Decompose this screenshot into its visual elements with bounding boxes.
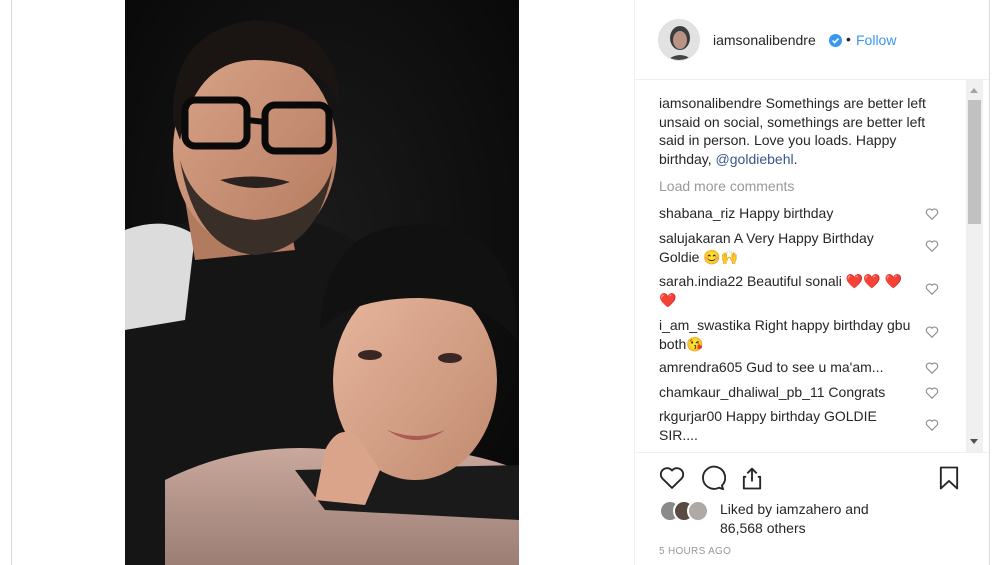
post-photo[interactable] <box>125 0 519 565</box>
heart-icon[interactable] <box>658 464 686 492</box>
comment-like-icon[interactable] <box>925 386 939 400</box>
post-media-area <box>12 0 634 565</box>
comment-item: shabana_riz Happy birthday <box>659 204 929 223</box>
comment-item: chamkaur_dhaliwal_pb_11 Congrats <box>659 383 929 402</box>
comment-username[interactable]: sarah.india22 <box>659 273 743 289</box>
right-gutter <box>989 0 1000 565</box>
comment-like-icon[interactable] <box>925 207 939 221</box>
comment-item: sarah.india22 Beautiful sonali ❤️❤️ ❤️❤️ <box>659 272 909 309</box>
scrollbar-thumb[interactable] <box>968 100 981 224</box>
comment-username[interactable]: amrendra605 <box>659 359 742 375</box>
share-icon[interactable] <box>738 464 766 492</box>
likes-count: 86,568 others <box>720 519 806 536</box>
bookmark-icon[interactable] <box>935 464 963 492</box>
load-more-comments-button[interactable]: Load more comments <box>659 178 794 194</box>
likes-summary[interactable]: Liked by iamzahero and 86,568 others <box>720 500 869 537</box>
left-gutter <box>0 0 12 565</box>
comment-text: Congrats <box>824 384 886 400</box>
comment-like-icon[interactable] <box>925 282 939 296</box>
caption: iamsonalibendre Somethings are better le… <box>659 94 949 168</box>
comment-like-icon[interactable] <box>925 325 939 339</box>
comments-panel[interactable]: iamsonalibendre Somethings are better le… <box>635 80 990 452</box>
comment-text: Happy birthday <box>735 205 834 221</box>
caption-username[interactable]: iamsonalibendre <box>659 95 762 111</box>
comment-like-icon[interactable] <box>925 418 939 432</box>
scroll-down-arrow-icon[interactable] <box>970 439 978 444</box>
follow-button[interactable]: Follow <box>856 32 896 48</box>
comment-like-icon[interactable] <box>925 239 939 253</box>
post-sidebar: iamsonalibendre • Follow iamsonalibendre… <box>634 0 990 565</box>
comment-username[interactable]: salujakaran <box>659 230 731 246</box>
verified-badge-icon <box>829 34 842 47</box>
comment-like-icon[interactable] <box>925 361 939 375</box>
avatar[interactable] <box>658 19 700 61</box>
header-separator: • <box>846 31 851 47</box>
caption-end: . <box>793 150 798 167</box>
caption-mention[interactable]: @goldiebehl <box>716 151 794 167</box>
comment-item: amrendra605 Gud to see u ma'am... <box>659 358 929 377</box>
scroll-up-arrow-icon[interactable] <box>970 88 978 93</box>
header-username[interactable]: iamsonalibendre <box>713 32 816 48</box>
post-timestamp[interactable]: 5 HOURS AGO <box>659 546 731 557</box>
comment-item: rkgurjar00 Happy birthday GOLDIE SIR.... <box>659 407 899 444</box>
comment-text: Gud to see u ma'am... <box>742 359 884 375</box>
likes-line-1: Liked by iamzahero and <box>720 501 869 517</box>
comment-username[interactable]: i_am_swastika <box>659 317 751 333</box>
comment-bubble-icon[interactable] <box>698 464 727 492</box>
comment-item: salujakaran A Very Happy Birthday Goldie… <box>659 229 889 266</box>
comment-username[interactable]: shabana_riz <box>659 205 735 221</box>
comment-username[interactable]: rkgurjar00 <box>659 408 722 424</box>
post-header: iamsonalibendre • Follow <box>635 0 990 80</box>
comment-username[interactable]: chamkaur_dhaliwal_pb_11 <box>659 384 825 400</box>
comment-item: i_am_swastika Right happy birthday gbu b… <box>659 316 914 353</box>
comments-scrollbar[interactable] <box>966 80 983 452</box>
liked-by-avatars[interactable] <box>659 500 715 522</box>
post-actions: Liked by iamzahero and 86,568 others 5 H… <box>635 452 990 565</box>
